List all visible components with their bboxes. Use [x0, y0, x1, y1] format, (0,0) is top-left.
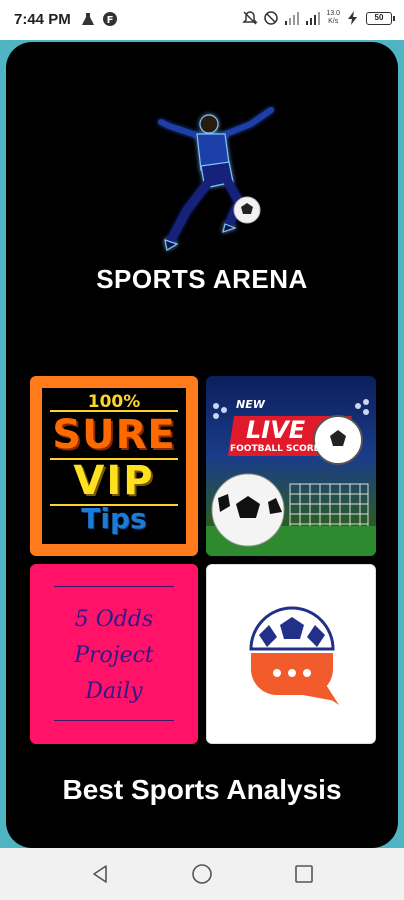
vip-tile-inner: 100% SURE VIP Tips [42, 388, 186, 544]
charging-icon [348, 11, 357, 25]
odds-line-3: Daily [85, 679, 143, 704]
status-bar: 7:44 PM F 13.0 K/s 50 [0, 0, 404, 40]
status-time: 7:44 PM [14, 11, 71, 28]
app-badge-icon: F [103, 12, 117, 26]
new-label: NEW [236, 398, 265, 411]
chat-tile[interactable] [206, 564, 376, 744]
back-icon[interactable] [88, 862, 112, 886]
home-icon[interactable] [190, 862, 214, 886]
five-odds-project-tile[interactable]: 5 Odds Project Daily [30, 564, 198, 744]
soccer-player-icon [158, 107, 274, 251]
football-score-label: FOOTBALL SCORE [230, 444, 320, 454]
flask-icon [82, 13, 94, 25]
do-not-disturb-icon [264, 11, 279, 25]
status-left-icons: F [80, 11, 118, 27]
live-label: LIVE [246, 416, 306, 444]
battery-icon: 50 [366, 11, 395, 25]
vip-percent-label: 100% [87, 392, 141, 412]
vip-vip-label: VIP [73, 458, 155, 504]
odds-text: 5 Odds Project Daily [30, 602, 198, 710]
signal-icon [285, 12, 300, 25]
vip-sure-label: SURE [52, 412, 176, 458]
signal-4g-icon [306, 12, 321, 25]
main-card: SPORTS ARENA 100% SURE VIP Tips NEW LIVE… [6, 42, 398, 848]
app-tagline: Best Sports Analysis [62, 774, 342, 805]
status-right-icons: 13.0 K/s 50 [242, 10, 395, 26]
live-score-graphic [206, 399, 376, 556]
odds-line-2: Project [74, 643, 154, 668]
vip-tips-label: Tips [81, 502, 147, 535]
recents-icon[interactable] [292, 862, 316, 886]
football-chat-icon [249, 606, 339, 705]
odds-line-1: 5 Odds [74, 607, 154, 632]
soccer-player-logo [121, 102, 291, 262]
live-football-score-tile[interactable]: NEW LIVE FOOTBALL SCORE [206, 376, 376, 556]
navigation-bar [0, 848, 404, 900]
odds-top-line [54, 586, 174, 587]
sure-vip-tips-tile[interactable]: 100% SURE VIP Tips [30, 376, 198, 556]
odds-bottom-line [54, 720, 174, 721]
network-speed: 13.0 K/s [326, 10, 340, 25]
svg-text:F: F [107, 15, 114, 26]
app-title: SPORTS ARENA [96, 264, 308, 294]
alarm-off-icon [242, 11, 259, 25]
